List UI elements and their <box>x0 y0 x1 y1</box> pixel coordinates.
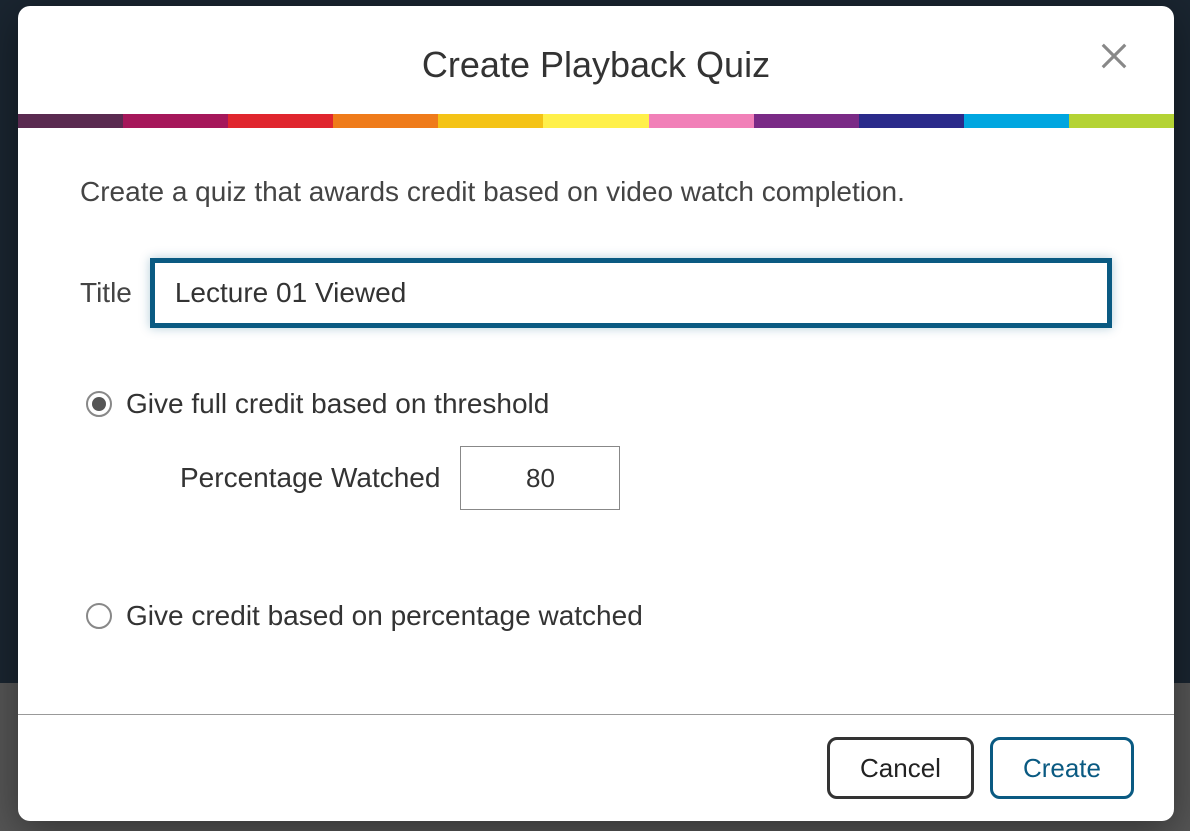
brand-color-bar <box>18 114 1174 128</box>
color-segment <box>438 114 543 128</box>
close-icon <box>1099 41 1129 71</box>
radio-threshold[interactable] <box>86 391 112 417</box>
radio-threshold-label: Give full credit based on threshold <box>126 388 549 420</box>
percentage-watched-row: Percentage Watched <box>180 446 1112 510</box>
modal-title: Create Playback Quiz <box>18 44 1174 86</box>
color-segment <box>228 114 333 128</box>
color-segment <box>123 114 228 128</box>
modal-header: Create Playback Quiz <box>18 6 1174 114</box>
modal-description: Create a quiz that awards credit based o… <box>80 176 1112 208</box>
percentage-watched-label: Percentage Watched <box>180 462 440 494</box>
color-segment <box>543 114 648 128</box>
create-button[interactable]: Create <box>990 737 1134 799</box>
color-segment <box>649 114 754 128</box>
radio-percentage[interactable] <box>86 603 112 629</box>
option-threshold-row[interactable]: Give full credit based on threshold <box>86 388 1112 420</box>
title-label: Title <box>80 277 132 309</box>
color-segment <box>18 114 123 128</box>
color-segment <box>859 114 964 128</box>
option-percentage-row[interactable]: Give credit based on percentage watched <box>86 600 1112 632</box>
radio-percentage-label: Give credit based on percentage watched <box>126 600 643 632</box>
modal-footer: Cancel Create <box>18 714 1174 821</box>
color-segment <box>754 114 859 128</box>
percentage-watched-input[interactable] <box>460 446 620 510</box>
close-button[interactable] <box>1094 36 1134 76</box>
modal-body: Create a quiz that awards credit based o… <box>18 128 1174 714</box>
color-segment <box>964 114 1069 128</box>
title-input[interactable] <box>150 258 1112 328</box>
create-playback-quiz-modal: Create Playback Quiz Create a quiz that … <box>18 6 1174 821</box>
cancel-button[interactable]: Cancel <box>827 737 974 799</box>
color-segment <box>1069 114 1174 128</box>
title-field-row: Title <box>80 258 1112 328</box>
color-segment <box>333 114 438 128</box>
